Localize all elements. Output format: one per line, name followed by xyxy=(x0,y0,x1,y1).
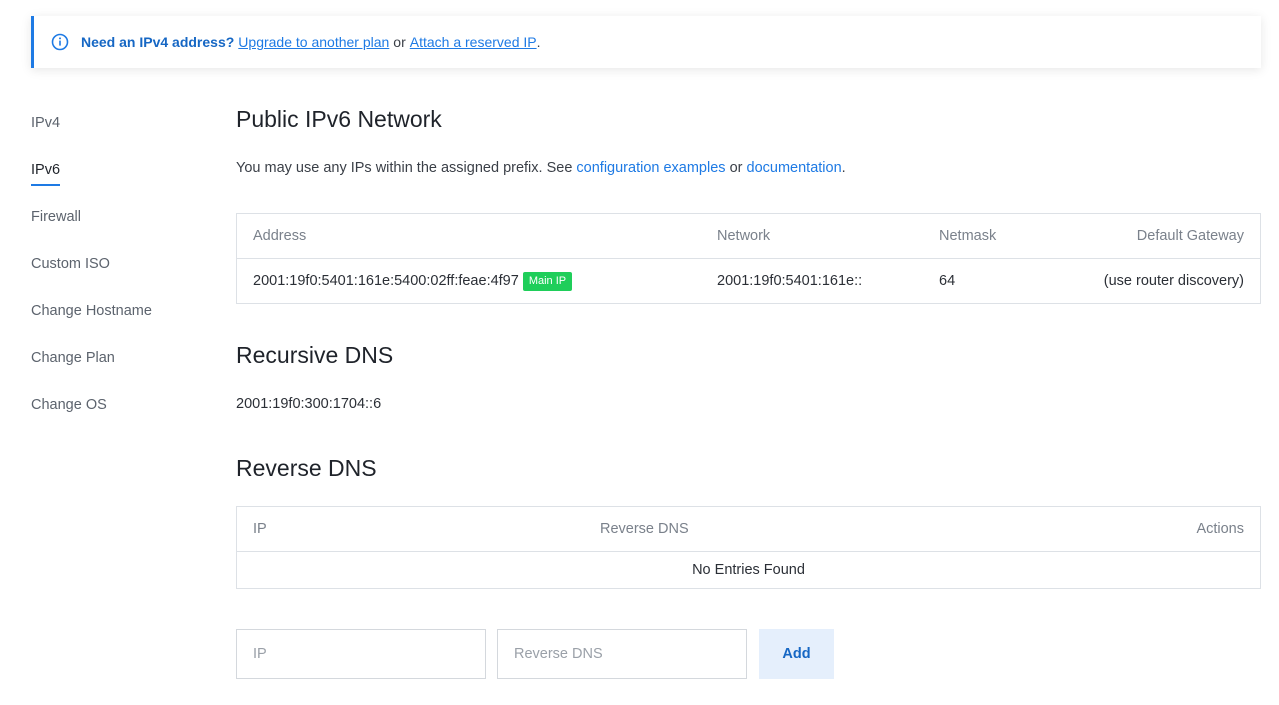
sidebar-item-ipv6[interactable]: IPv6 xyxy=(31,147,211,194)
banner-heading: Need an IPv4 address? xyxy=(81,34,235,50)
settings-sidebar: IPv4 IPv6 Firewall Custom ISO Change Hos… xyxy=(31,100,211,429)
ip-input[interactable] xyxy=(236,629,486,679)
reverse-dns-table: IP Reverse DNS Actions No Entries Found xyxy=(236,506,1261,589)
upgrade-plan-link[interactable]: Upgrade to another plan xyxy=(238,34,389,50)
empty-state-row: No Entries Found xyxy=(237,552,1260,588)
attach-reserved-ip-link[interactable]: Attach a reserved IP xyxy=(410,34,537,50)
ipv6-address-cell: 2001:19f0:5401:161e:5400:02ff:feae:4f97 … xyxy=(237,271,701,291)
ipv6-gateway: (use router discovery) xyxy=(1103,273,1244,289)
page-title: Public IPv6 Network xyxy=(236,106,442,132)
column-header-netmask: Netmask xyxy=(939,228,997,244)
column-header-default-gateway: Default Gateway xyxy=(1136,228,1244,244)
sidebar-item-ipv4[interactable]: IPv4 xyxy=(31,100,211,147)
add-button[interactable]: Add xyxy=(759,629,834,679)
column-header-reverse-dns: Reverse DNS xyxy=(600,521,689,537)
sidebar-item-custom-iso[interactable]: Custom ISO xyxy=(31,241,211,288)
ipv6-table: Address Network Netmask Default Gateway … xyxy=(236,213,1261,304)
banner-or: or xyxy=(393,34,406,50)
reverse-dns-heading: Reverse DNS xyxy=(236,455,377,481)
intro-or: or xyxy=(729,160,743,176)
ipv6-address: 2001:19f0:5401:161e:5400:02ff:feae:4f97 xyxy=(253,273,519,289)
recursive-dns-heading: Recursive DNS xyxy=(236,342,394,368)
column-header-address: Address xyxy=(253,228,307,244)
info-banner: Need an IPv4 address? Upgrade to another… xyxy=(31,16,1261,68)
banner-period: . xyxy=(536,34,541,50)
intro-period: . xyxy=(841,160,846,176)
ipv6-intro: You may use any IPs within the assigned … xyxy=(236,160,846,176)
table-header-row: IP Reverse DNS Actions xyxy=(237,507,1260,552)
table-row: 2001:19f0:5401:161e:5400:02ff:feae:4f97 … xyxy=(237,259,1260,303)
sidebar-item-change-os[interactable]: Change OS xyxy=(31,382,211,429)
sidebar-item-change-hostname[interactable]: Change Hostname xyxy=(31,288,211,335)
table-header-row: Address Network Netmask Default Gateway xyxy=(237,214,1260,259)
recursive-dns-value: 2001:19f0:300:1704::6 xyxy=(236,396,382,412)
documentation-link[interactable]: documentation xyxy=(747,160,842,176)
ipv6-netmask: 64 xyxy=(939,273,956,289)
sidebar-item-change-plan[interactable]: Change Plan xyxy=(31,335,211,382)
info-icon xyxy=(51,33,69,51)
empty-state-text: No Entries Found xyxy=(692,562,805,578)
ipv6-network: 2001:19f0:5401:161e:: xyxy=(717,273,863,289)
column-header-ip: IP xyxy=(253,521,267,537)
reverse-dns-input[interactable] xyxy=(497,629,747,679)
column-header-actions: Actions xyxy=(1196,521,1244,537)
column-header-network: Network xyxy=(717,228,771,244)
add-reverse-dns-form: Add xyxy=(236,629,834,679)
configuration-examples-link[interactable]: configuration examples xyxy=(576,160,725,176)
main-ip-badge: Main IP xyxy=(522,271,573,291)
sidebar-item-firewall[interactable]: Firewall xyxy=(31,194,211,241)
intro-text: You may use any IPs within the assigned … xyxy=(236,160,573,176)
